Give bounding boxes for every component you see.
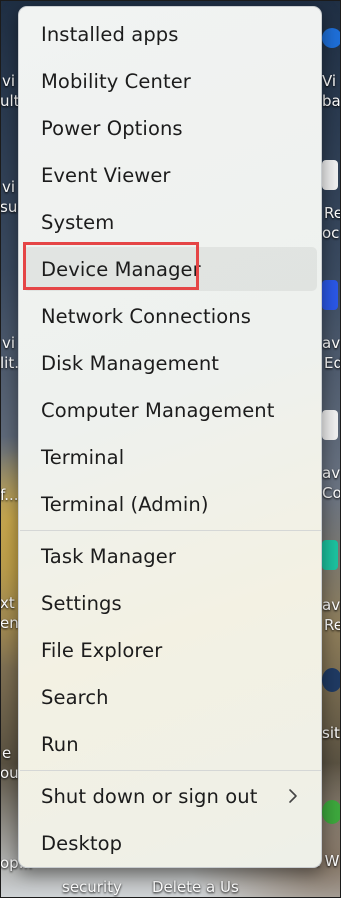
screenshot-border (0, 0, 341, 898)
